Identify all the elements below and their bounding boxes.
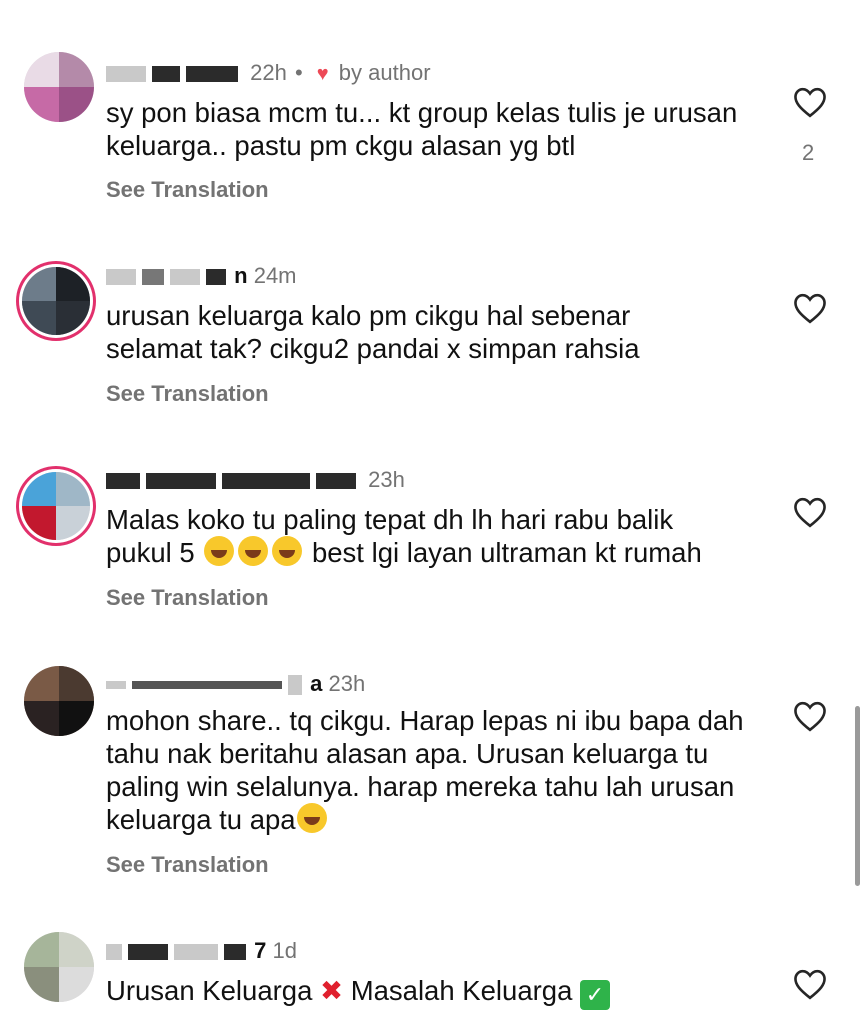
comment-time: 24m: [253, 263, 297, 288]
scrollbar[interactable]: [855, 706, 860, 886]
comment-meta: a 23h: [106, 669, 365, 699]
heart-filled-icon: ♥: [316, 63, 329, 85]
comment-meta: 7 1d: [106, 936, 297, 966]
username-redacted[interactable]: [106, 944, 122, 961]
laughing-tears-emoji-icon: [238, 536, 269, 566]
comment-meta: 23h: [106, 465, 405, 495]
avatar[interactable]: [24, 666, 94, 736]
username-redacted[interactable]: [106, 681, 126, 690]
laughing-tears-emoji-icon: [272, 536, 303, 566]
heart-outline-icon[interactable]: [792, 968, 828, 1000]
comment-meta: 22h • ♥ by author: [106, 58, 431, 88]
username-redacted[interactable]: [106, 473, 140, 490]
comment-text: Urusan Keluarga ✖ Masalah Keluarga ✓: [106, 974, 786, 1010]
see-translation-button[interactable]: See Translation: [106, 177, 269, 203]
comment-meta: n 24m: [106, 261, 297, 291]
comment-time: 23h: [328, 671, 366, 696]
see-translation-button[interactable]: See Translation: [106, 381, 269, 407]
grinning-sweat-emoji-icon: [296, 803, 327, 833]
comment-text: Malas koko tu paling tepat dh lh hari ra…: [106, 504, 702, 568]
heart-outline-icon[interactable]: [792, 700, 828, 732]
comment-time: 1d: [272, 938, 297, 963]
username-tail[interactable]: n: [234, 263, 247, 288]
laughing-tears-emoji-icon: [204, 536, 235, 566]
comment-text: mohon share.. tq cikgu. Harap lepas ni i…: [106, 705, 744, 835]
username-tail[interactable]: a: [310, 671, 322, 696]
comment-text: sy pon biasa mcm tu... kt group kelas tu…: [106, 97, 738, 161]
username-tail[interactable]: 7: [254, 938, 266, 963]
avatar[interactable]: [24, 932, 94, 1002]
comment-time: 23h: [368, 467, 405, 492]
avatar[interactable]: [24, 52, 94, 122]
username-redacted[interactable]: [106, 269, 136, 286]
heart-outline-icon[interactable]: [792, 292, 828, 324]
username-redacted[interactable]: [106, 66, 146, 83]
like-count: 2: [802, 140, 815, 165]
check-mark-icon: ✓: [580, 980, 611, 1010]
comment-time: 22h: [250, 60, 287, 85]
avatar[interactable]: [22, 472, 90, 540]
avatar[interactable]: [22, 267, 90, 335]
comment-text: urusan keluarga kalo pm cikgu hal sebena…: [106, 300, 640, 364]
heart-outline-icon[interactable]: [792, 496, 828, 528]
see-translation-button[interactable]: See Translation: [106, 852, 269, 878]
heart-outline-icon[interactable]: [792, 86, 828, 118]
by-author-label: by author: [338, 60, 431, 85]
see-translation-button[interactable]: See Translation: [106, 585, 269, 611]
cross-mark-icon: ✖: [320, 975, 344, 1006]
